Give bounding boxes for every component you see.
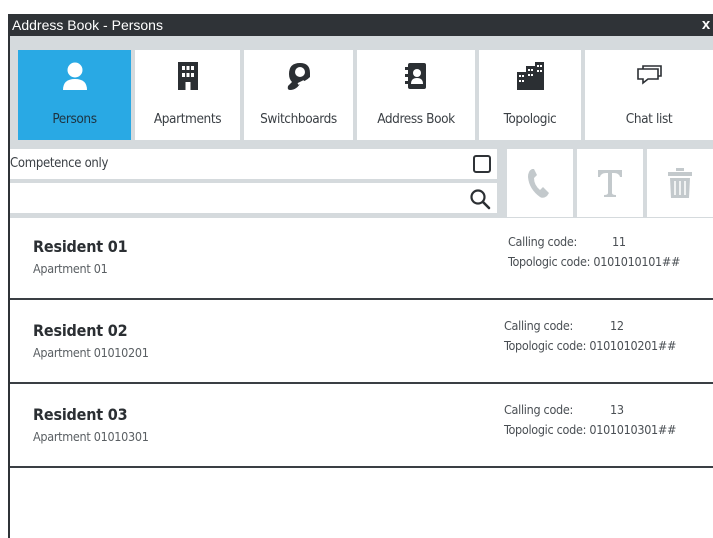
filter-panel: Competence only xyxy=(10,144,713,218)
phone-icon xyxy=(528,169,549,198)
topologic-code: Topologic code: 0101010201## xyxy=(504,338,676,353)
topologic-code-label: Topologic code: xyxy=(508,254,591,269)
search-icon[interactable] xyxy=(469,188,491,210)
person-apartment: Apartment 01010201 xyxy=(33,345,149,360)
delete-button[interactable] xyxy=(647,149,713,217)
list-item[interactable]: Resident 01 Apartment 01 Calling code: 1… xyxy=(10,218,713,300)
person-name: Resident 03 xyxy=(33,405,128,424)
topologic-code-label: Topologic code: xyxy=(504,338,587,353)
window-title: Address Book - Persons xyxy=(12,17,163,33)
calling-code-label: Calling code: xyxy=(508,234,577,249)
search-input[interactable] xyxy=(10,183,497,213)
person-apartment: Apartment 01010301 xyxy=(33,429,149,444)
tab-switchboards[interactable]: Switchboards xyxy=(244,50,353,140)
tab-chat-list[interactable]: Chat list xyxy=(585,50,713,140)
calling-code: Calling code: 11 xyxy=(508,234,626,249)
competence-label: Competence only xyxy=(10,156,109,171)
calling-code-label: Calling code: xyxy=(504,318,573,333)
list-item[interactable]: Resident 03 Apartment 01010301 Calling c… xyxy=(10,386,713,468)
close-icon[interactable]: x xyxy=(699,14,713,36)
topologic-code-value: 0101010201## xyxy=(589,338,677,353)
tab-persons[interactable]: Persons xyxy=(18,50,131,140)
title-bar: Address Book - Persons x xyxy=(10,14,713,36)
person-icon xyxy=(18,60,131,92)
topologic-code-value: 0101010101## xyxy=(593,254,681,269)
screen-margin xyxy=(0,0,8,538)
competence-checkbox[interactable] xyxy=(473,155,491,173)
calling-code: Calling code: 13 xyxy=(504,402,624,417)
tab-label: Persons xyxy=(52,111,97,127)
tab-address-book[interactable]: Address Book xyxy=(357,50,475,140)
call-button[interactable] xyxy=(507,149,573,217)
person-name: Resident 02 xyxy=(33,321,128,340)
text-icon xyxy=(598,170,622,197)
tab-label: Address Book xyxy=(377,111,455,127)
tab-apartments[interactable]: Apartments xyxy=(135,50,240,140)
calling-code: Calling code: 12 xyxy=(504,318,624,333)
address-book-window: Address Book - Persons x Persons Apartme… xyxy=(8,14,713,538)
person-name: Resident 01 xyxy=(33,237,128,256)
text-button[interactable] xyxy=(577,149,643,217)
topologic-code-value: 0101010301## xyxy=(589,422,677,437)
topologic-code: Topologic code: 0101010301## xyxy=(504,422,676,437)
list-item[interactable]: Resident 02 Apartment 01010201 Calling c… xyxy=(10,302,713,384)
calling-code-label: Calling code: xyxy=(504,402,573,417)
tab-label: Switchboards xyxy=(260,111,337,127)
tab-bar: Persons Apartments Switchboards Address … xyxy=(10,36,713,144)
person-apartment: Apartment 01 xyxy=(33,261,108,276)
topologic-code-label: Topologic code: xyxy=(504,422,587,437)
tab-label: Topologic xyxy=(503,111,557,127)
building-icon xyxy=(135,60,240,92)
trash-icon xyxy=(668,168,692,198)
calling-code-value: 11 xyxy=(612,234,626,249)
persons-list: Resident 01 Apartment 01 Calling code: 1… xyxy=(10,218,713,538)
buildings-icon xyxy=(479,60,581,92)
chat-icon xyxy=(585,60,713,92)
address-book-icon xyxy=(357,60,475,92)
tab-topologic[interactable]: Topologic xyxy=(479,50,581,140)
calling-code-value: 12 xyxy=(610,318,624,333)
competence-filter: Competence only xyxy=(10,149,497,179)
headset-icon xyxy=(244,60,353,92)
calling-code-value: 13 xyxy=(610,402,624,417)
topologic-code: Topologic code: 0101010101## xyxy=(508,254,680,269)
tab-label: Apartments xyxy=(153,111,222,127)
tab-label: Chat list xyxy=(625,111,673,127)
